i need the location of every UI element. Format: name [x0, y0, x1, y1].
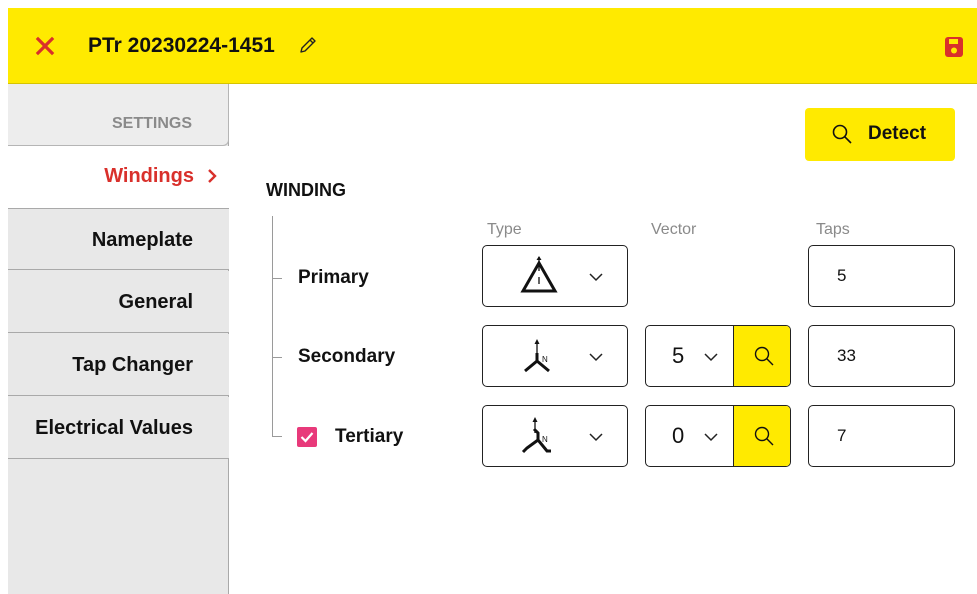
search-icon	[754, 426, 774, 446]
chevron-down-icon	[704, 353, 718, 362]
chevron-down-icon	[589, 433, 603, 442]
tertiary-type-dropdown[interactable]: N	[482, 405, 628, 467]
column-header-vector: Vector	[651, 221, 697, 238]
sidebar: SETTINGS Windings Nameplate General Tap …	[8, 84, 230, 594]
tree-connector	[272, 216, 273, 436]
zigzag-neutral-icon: N	[521, 417, 551, 454]
svg-text:N: N	[542, 355, 548, 364]
tree-branch	[272, 357, 282, 358]
tree-branch	[272, 278, 282, 279]
secondary-type-dropdown[interactable]: N	[482, 325, 628, 387]
edit-pencil-icon[interactable]	[297, 34, 319, 56]
winding-section-title: WINDING	[266, 180, 346, 200]
vector-search-button[interactable]	[733, 406, 790, 466]
close-icon[interactable]	[34, 35, 56, 57]
sidebar-item-label: Tap Changer	[72, 354, 193, 376]
wye-neutral-icon: N	[524, 339, 550, 373]
secondary-label: Secondary	[298, 346, 396, 367]
tree-branch	[272, 436, 282, 437]
chevron-down-icon	[589, 273, 603, 282]
sidebar-item-general[interactable]: General	[8, 271, 229, 333]
sidebar-item-label: Windings	[104, 165, 194, 187]
primary-taps-input[interactable]	[809, 246, 954, 306]
checkmark-icon	[300, 432, 314, 443]
tertiary-vector-dropdown[interactable]: 0	[645, 405, 791, 467]
vector-search-button[interactable]	[733, 326, 790, 386]
vector-value: 0	[672, 423, 685, 448]
tertiary-checkbox[interactable]	[297, 427, 317, 447]
sidebar-item-label: Electrical Values	[35, 417, 193, 439]
chevron-right-icon	[208, 169, 217, 183]
app-header: PTr 20230224-1451	[8, 8, 977, 84]
save-icon[interactable]	[944, 36, 964, 58]
secondary-vector-dropdown[interactable]: 5	[645, 325, 791, 387]
primary-type-dropdown[interactable]	[482, 245, 628, 307]
column-header-type: Type	[487, 221, 522, 238]
detect-button-label: Detect	[868, 123, 927, 144]
sidebar-item-windings[interactable]: Windings	[8, 146, 230, 208]
chevron-down-icon	[704, 433, 718, 442]
search-icon	[832, 124, 852, 144]
primary-taps-field[interactable]	[808, 245, 955, 307]
secondary-taps-field[interactable]	[808, 325, 955, 387]
secondary-taps-input[interactable]	[809, 326, 954, 386]
page-title: PTr 20230224-1451	[88, 34, 275, 57]
vector-value: 5	[672, 343, 685, 368]
chevron-down-icon	[589, 353, 603, 362]
sidebar-item-electrical-values[interactable]: Electrical Values	[8, 397, 229, 459]
delta-triangle-icon	[520, 256, 558, 293]
svg-text:N: N	[542, 435, 548, 444]
column-header-taps: Taps	[816, 221, 850, 238]
search-icon	[754, 346, 774, 366]
sidebar-item-label: General	[118, 291, 193, 313]
primary-label: Primary	[298, 267, 369, 288]
detect-button[interactable]: Detect	[805, 108, 955, 161]
tertiary-taps-input[interactable]	[809, 406, 954, 466]
sidebar-item-label: Nameplate	[91, 229, 193, 251]
tertiary-taps-field[interactable]	[808, 405, 955, 467]
sidebar-settings-heading: SETTINGS	[8, 84, 229, 146]
tertiary-label: Tertiary	[335, 426, 404, 447]
top-strip	[0, 0, 977, 8]
sidebar-item-nameplate[interactable]: Nameplate	[8, 208, 229, 270]
sidebar-item-tap-changer[interactable]: Tap Changer	[8, 334, 229, 396]
